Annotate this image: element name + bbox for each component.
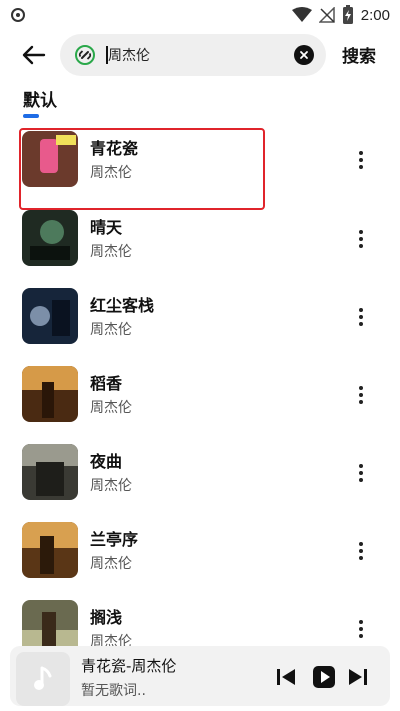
song-artist: 周杰伦 <box>90 244 132 260</box>
more-options-button[interactable] <box>350 537 372 565</box>
next-button[interactable] <box>346 665 370 689</box>
record-icon <box>11 8 25 22</box>
battery-charging-icon <box>342 5 353 24</box>
song-artist: 周杰伦 <box>90 556 132 572</box>
search-query: 周杰伦 <box>108 48 150 64</box>
album-cover <box>22 444 78 500</box>
play-button[interactable] <box>312 665 336 689</box>
song-title: 青花瓷 <box>90 139 139 158</box>
search-button[interactable]: 搜索 <box>342 42 376 67</box>
song-artist: 周杰伦 <box>90 478 132 494</box>
song-title: 晴天 <box>90 218 123 237</box>
album-cover <box>22 131 78 187</box>
link-icon <box>75 45 95 65</box>
more-vertical-icon <box>359 151 363 155</box>
list-item[interactable]: 青花瓷 周杰伦 <box>0 120 400 198</box>
back-button[interactable] <box>18 40 50 70</box>
now-playing-title: 青花瓷-周杰伦 <box>81 657 177 675</box>
song-artist: 周杰伦 <box>90 165 132 181</box>
list-item[interactable]: 稻香 周杰伦 <box>0 355 400 433</box>
more-vertical-icon <box>359 308 363 312</box>
status-bar: 2:00 <box>0 0 400 30</box>
song-title: 稻香 <box>90 374 123 393</box>
wifi-icon <box>291 7 312 22</box>
more-options-button[interactable] <box>350 146 372 174</box>
skip-previous-icon <box>277 669 295 685</box>
list-item[interactable]: 夜曲 周杰伦 <box>0 433 400 511</box>
song-title: 夜曲 <box>90 452 123 471</box>
more-vertical-icon <box>359 230 363 234</box>
no-signal-icon <box>318 7 335 23</box>
list-item[interactable]: 晴天 周杰伦 <box>0 199 400 277</box>
music-note-icon <box>34 666 52 690</box>
album-cover <box>22 210 78 266</box>
search-header: 周杰伦 搜索 <box>0 32 400 78</box>
close-icon <box>300 51 308 59</box>
arrow-left-icon <box>22 45 46 65</box>
list-item[interactable]: 兰亭序 周杰伦 <box>0 511 400 589</box>
tab-default[interactable]: 默认 <box>23 86 57 111</box>
more-vertical-icon <box>359 620 363 624</box>
more-vertical-icon <box>359 542 363 546</box>
album-cover <box>22 522 78 578</box>
more-options-button[interactable] <box>350 381 372 409</box>
status-icons: 2:00 <box>291 4 390 26</box>
more-options-button[interactable] <box>350 459 372 487</box>
mini-player[interactable]: 青花瓷-周杰伦 暂无歌词.. <box>10 646 390 706</box>
search-input[interactable]: 周杰伦 <box>60 34 326 76</box>
song-title: 红尘客栈 <box>90 296 155 315</box>
more-options-button[interactable] <box>350 615 372 643</box>
album-cover <box>22 366 78 422</box>
more-vertical-icon <box>359 464 363 468</box>
song-title: 兰亭序 <box>90 530 139 549</box>
previous-button[interactable] <box>274 665 298 689</box>
player-thumbnail <box>16 652 70 706</box>
lyrics-preview: 暂无歌词.. <box>81 683 146 699</box>
clear-search-button[interactable] <box>294 45 314 65</box>
play-icon <box>313 666 335 688</box>
song-title: 搁浅 <box>90 608 123 627</box>
tab-indicator <box>23 114 39 118</box>
skip-next-icon <box>349 669 367 685</box>
song-artist: 周杰伦 <box>90 400 132 416</box>
album-cover <box>22 288 78 344</box>
more-options-button[interactable] <box>350 225 372 253</box>
more-options-button[interactable] <box>350 303 372 331</box>
more-vertical-icon <box>359 386 363 390</box>
list-item[interactable]: 红尘客栈 周杰伦 <box>0 277 400 355</box>
song-artist: 周杰伦 <box>90 322 132 338</box>
clock: 2:00 <box>360 6 390 24</box>
